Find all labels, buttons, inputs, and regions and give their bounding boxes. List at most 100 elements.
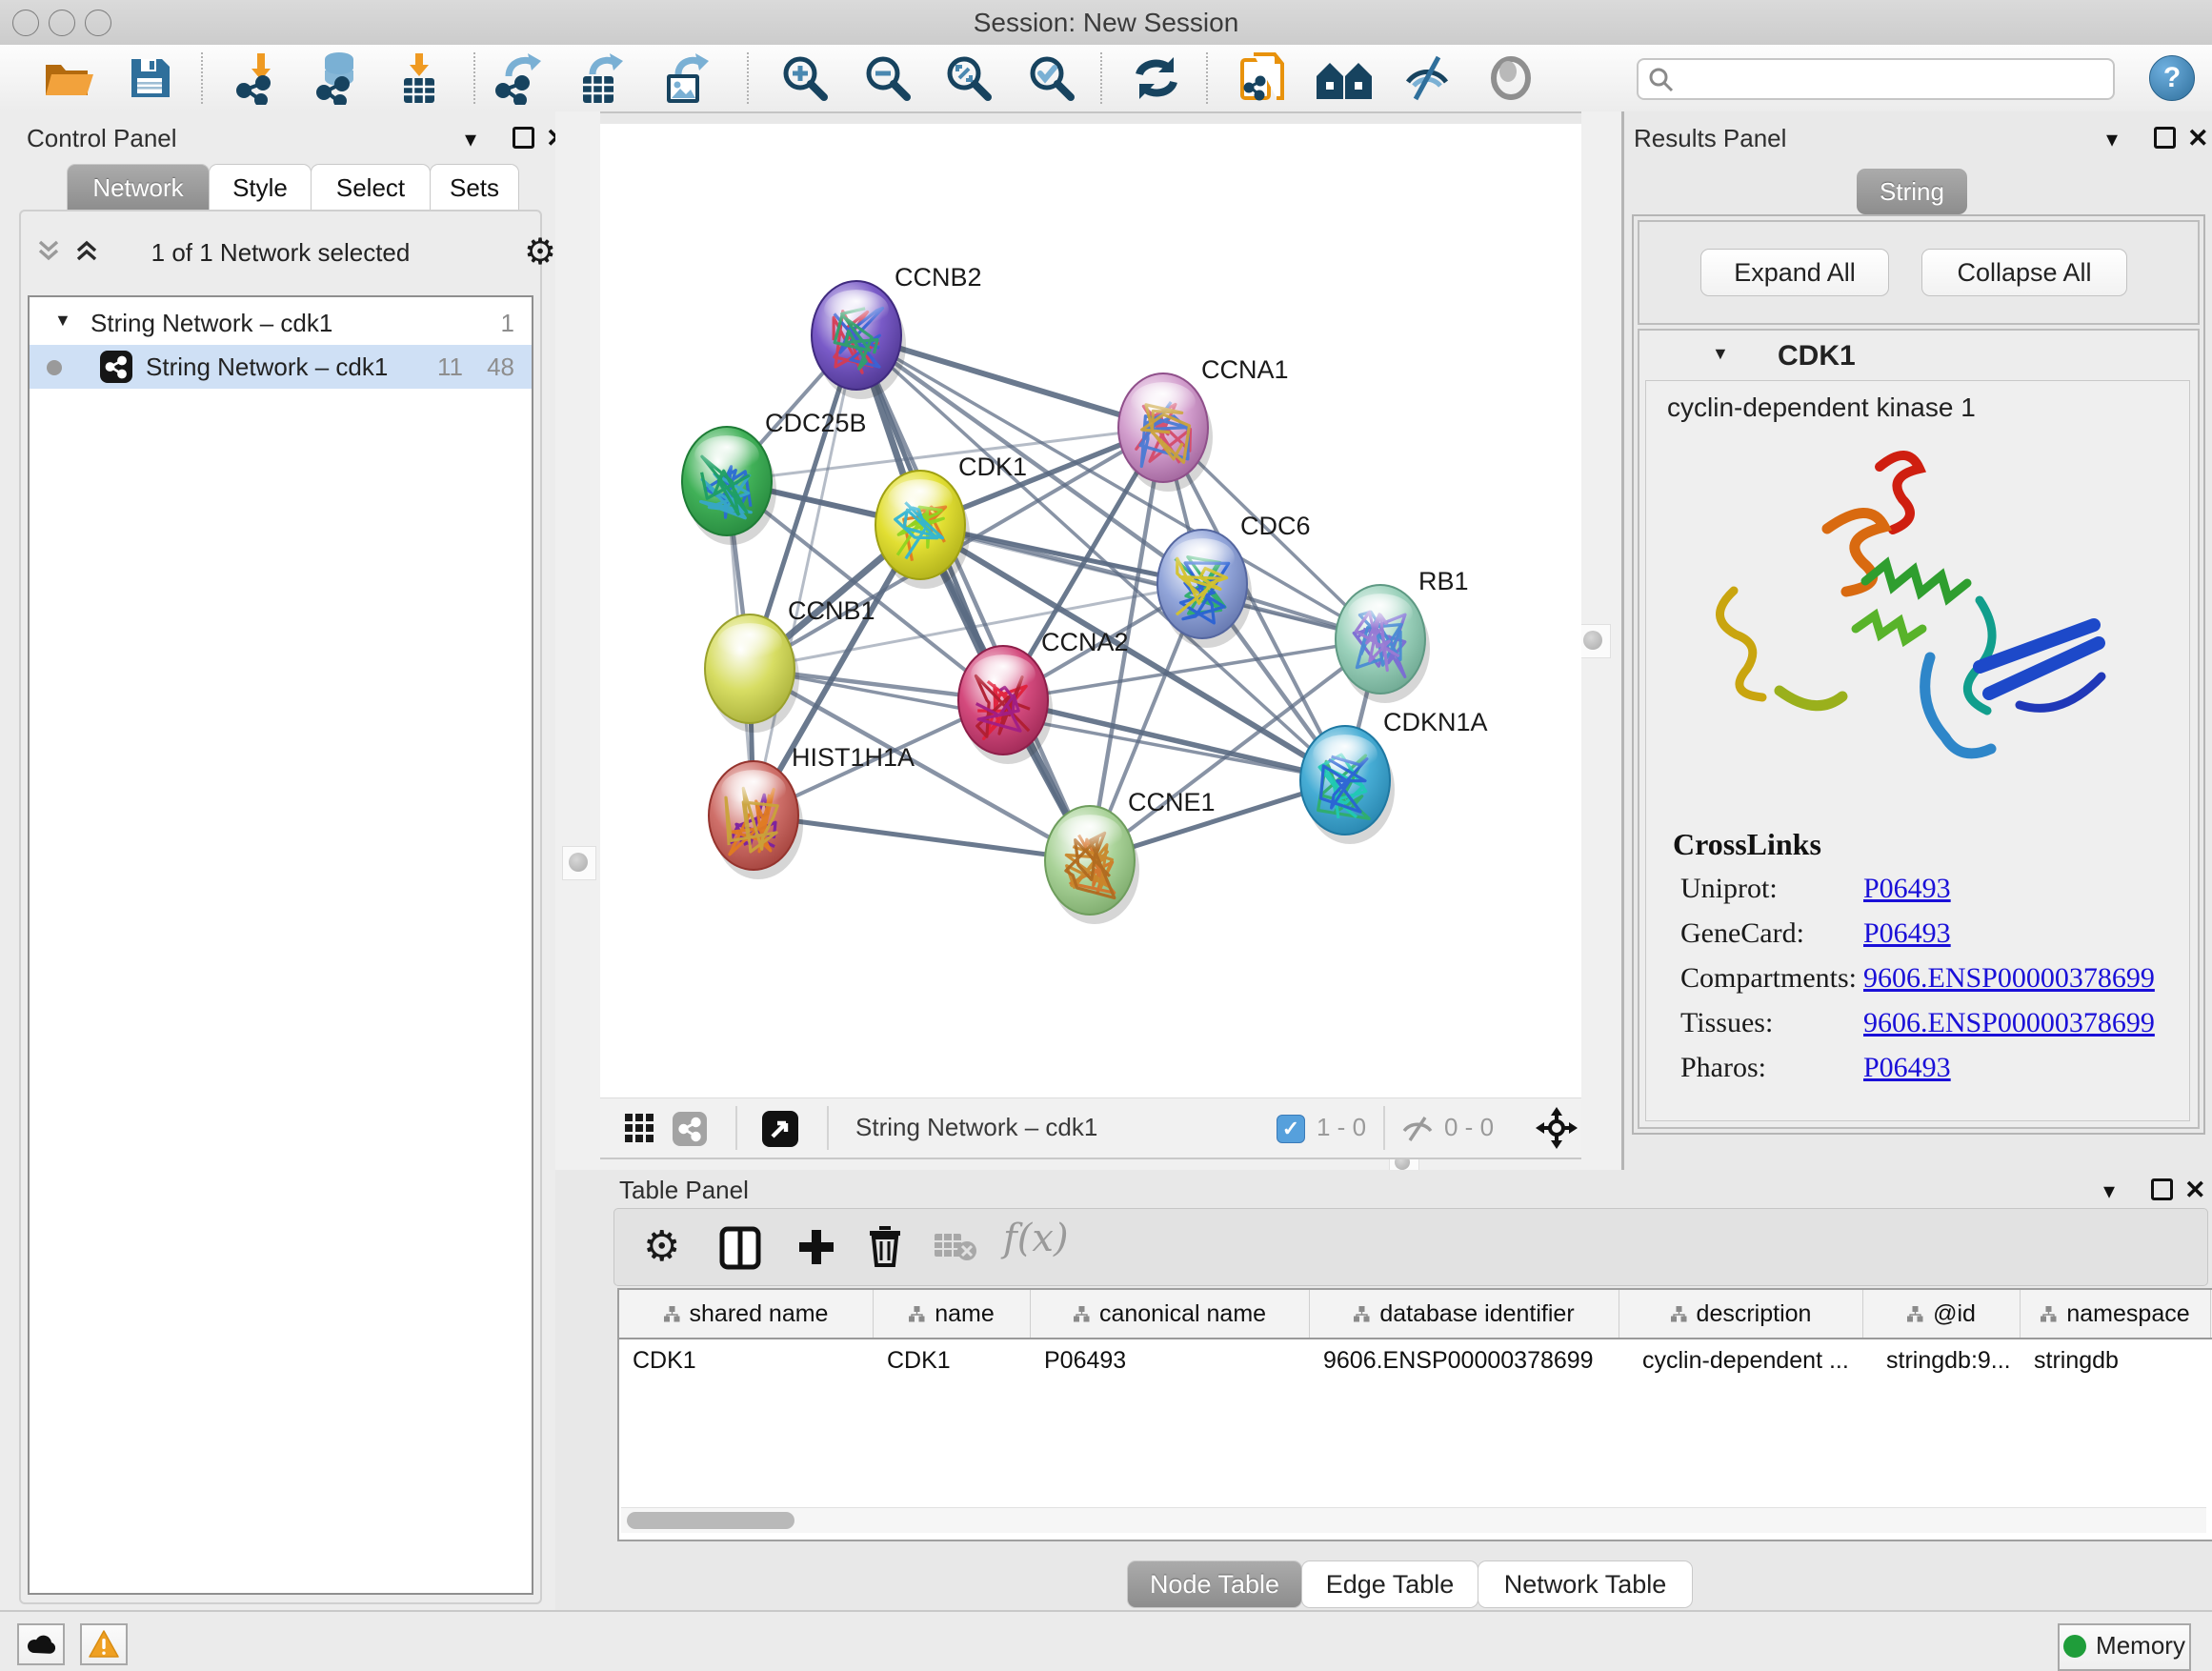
- column-header-canonical-name[interactable]: canonical name: [1031, 1290, 1310, 1338]
- show-glyphs-icon[interactable]: [1486, 53, 1536, 103]
- tab-network-table[interactable]: Network Table: [1478, 1560, 1693, 1608]
- crosslink-label: Pharos:: [1680, 1052, 1766, 1084]
- gear-icon[interactable]: ⚙: [643, 1222, 680, 1271]
- hide-glyphs-icon[interactable]: [1400, 53, 1454, 103]
- export-network-icon[interactable]: [492, 51, 549, 105]
- column-header-description[interactable]: description: [1619, 1290, 1863, 1338]
- node-table: shared namenamecanonical namedatabase id…: [617, 1288, 2212, 1541]
- column-header--id[interactable]: @id: [1863, 1290, 2021, 1338]
- cloud-button[interactable]: [17, 1623, 65, 1665]
- crosslink-value[interactable]: P06493: [1863, 917, 1951, 950]
- left-splitter[interactable]: [555, 111, 600, 1170]
- section-collapse-icon[interactable]: ▼: [1712, 344, 1729, 364]
- zoom-out-icon[interactable]: [862, 52, 914, 104]
- tab-edge-table[interactable]: Edge Table: [1301, 1560, 1478, 1608]
- collapse-all-button[interactable]: Collapse All: [1921, 249, 2127, 296]
- columns-icon[interactable]: [719, 1226, 761, 1270]
- birdseye-icon[interactable]: [762, 1111, 798, 1147]
- tab-network[interactable]: Network: [67, 164, 210, 211]
- grid-view-icon[interactable]: [625, 1114, 655, 1144]
- network-graph[interactable]: CCNB2CCNA1CDC25BCDK1CDC6RB1CCNB1CCNA2CDK…: [600, 124, 1581, 1097]
- cdk1-section: ▼ CDK1 cyclin-dependent kinase 1: [1638, 329, 2200, 1129]
- zoom-selected-icon[interactable]: [1026, 52, 1077, 104]
- selected-checkbox[interactable]: ✓: [1277, 1115, 1305, 1143]
- network-node-CCNB1[interactable]: CCNB1: [705, 596, 875, 733]
- column-header-namespace[interactable]: namespace: [2021, 1290, 2211, 1338]
- network-node-CDKN1A[interactable]: CDKN1A: [1300, 708, 1488, 844]
- network-node-CCNE1[interactable]: CCNE1: [1045, 788, 1216, 924]
- crosshair-icon[interactable]: [1536, 1107, 1578, 1149]
- panel-menu-icon[interactable]: ▾: [465, 126, 476, 153]
- search-input[interactable]: [1680, 62, 2103, 94]
- string-share-icon[interactable]: [673, 1112, 707, 1146]
- delete-icon[interactable]: [866, 1222, 904, 1268]
- warning-button[interactable]: [80, 1623, 128, 1665]
- panel-float-icon[interactable]: [513, 127, 534, 155]
- collection-expand-icon[interactable]: ▼: [54, 311, 71, 331]
- search-field[interactable]: [1637, 58, 2115, 100]
- export-image-icon[interactable]: [659, 51, 714, 105]
- panel-close-icon[interactable]: ✕: [2184, 1176, 2206, 1205]
- table-cell: CDK1: [619, 1339, 874, 1383]
- function-builder-icon[interactable]: f(x): [1003, 1217, 1069, 1260]
- help-icon[interactable]: ?: [2149, 55, 2195, 101]
- status-bar: Memory: [0, 1610, 2212, 1671]
- home-icon[interactable]: [1315, 55, 1374, 101]
- delete-table-icon[interactable]: [933, 1230, 978, 1264]
- column-header-database-identifier[interactable]: database identifier: [1310, 1290, 1619, 1338]
- column-header-name[interactable]: name: [874, 1290, 1031, 1338]
- network-node-CCNB2[interactable]: CCNB2: [812, 263, 982, 399]
- title-bar: Session: New Session: [0, 0, 2212, 46]
- protein-description: cyclin-dependent kinase 1: [1667, 393, 1976, 423]
- crosslink-value[interactable]: P06493: [1863, 1052, 1951, 1084]
- network-canvas[interactable]: CCNB2CCNA1CDC25BCDK1CDC6RB1CCNB1CCNA2CDK…: [600, 124, 1581, 1097]
- save-session-icon[interactable]: [126, 55, 173, 101]
- import-table-icon[interactable]: [392, 51, 446, 105]
- panel-menu-icon[interactable]: ▾: [2106, 126, 2118, 153]
- crosslink-value[interactable]: 9606.ENSP00000378699: [1863, 962, 2155, 995]
- memory-button[interactable]: Memory: [2058, 1623, 2191, 1671]
- network-node-HIST1H1A[interactable]: HIST1H1A: [709, 743, 915, 879]
- panel-close-icon[interactable]: ✕: [2187, 124, 2209, 153]
- network-node-CCNA1[interactable]: CCNA1: [1118, 355, 1289, 492]
- panel-menu-icon[interactable]: ▾: [2103, 1178, 2115, 1205]
- tab-sets[interactable]: Sets: [430, 164, 519, 211]
- network-node-RB1[interactable]: RB1: [1336, 567, 1469, 703]
- node-label-CCNB2: CCNB2: [895, 263, 982, 292]
- open-session-icon[interactable]: [42, 55, 95, 101]
- import-network-database-icon[interactable]: [311, 51, 370, 105]
- left-splitter-handle[interactable]: [562, 846, 596, 880]
- tab-node-table[interactable]: Node Table: [1127, 1560, 1302, 1608]
- node-count: 11: [437, 352, 463, 382]
- document-network-icon[interactable]: [1235, 50, 1290, 106]
- zoom-in-icon[interactable]: [779, 52, 831, 104]
- refresh-icon[interactable]: [1130, 53, 1183, 103]
- crosslink-label: Uniprot:: [1680, 873, 1778, 905]
- crosslink-value[interactable]: P06493: [1863, 873, 1951, 905]
- panel-float-icon[interactable]: [2151, 1178, 2173, 1207]
- tab-select[interactable]: Select: [311, 164, 431, 211]
- scrollbar-thumb[interactable]: [627, 1512, 794, 1529]
- crosslink-value[interactable]: 9606.ENSP00000378699: [1863, 1007, 2155, 1039]
- import-network-file-icon[interactable]: [232, 51, 290, 105]
- network-collection-row[interactable]: ▼ String Network – cdk1 1: [30, 301, 532, 345]
- network-node-CDC25B[interactable]: CDC25B: [682, 409, 867, 545]
- tab-style[interactable]: Style: [209, 164, 312, 211]
- network-node-CDC6[interactable]: CDC6: [1157, 512, 1311, 648]
- right-splitter-handle[interactable]: [1577, 624, 1611, 658]
- crosslink-row: Uniprot: P06493: [1646, 873, 2189, 917]
- table-row[interactable]: CDK1CDK1P064939606.ENSP00000378699cyclin…: [619, 1339, 2212, 1383]
- zoom-fit-icon[interactable]: [943, 52, 995, 104]
- control-panel: Control Panel ▾ ✕ Network Style Select S…: [0, 111, 555, 1610]
- horizontal-scrollbar[interactable]: [621, 1507, 2206, 1533]
- cdk1-section-header[interactable]: ▼ CDK1: [1639, 331, 2198, 380]
- expand-all-button[interactable]: Expand All: [1700, 249, 1889, 296]
- gear-icon[interactable]: ⚙: [524, 231, 556, 273]
- panel-float-icon[interactable]: [2154, 127, 2176, 155]
- add-column-icon[interactable]: [795, 1226, 837, 1268]
- table-cell: 9606.ENSP00000378699: [1310, 1339, 1619, 1383]
- network-row-selected[interactable]: String Network – cdk1 11 48: [30, 345, 532, 389]
- tab-string[interactable]: String: [1857, 169, 1967, 214]
- export-table-icon[interactable]: [573, 51, 629, 105]
- column-header-shared-name[interactable]: shared name: [619, 1290, 874, 1338]
